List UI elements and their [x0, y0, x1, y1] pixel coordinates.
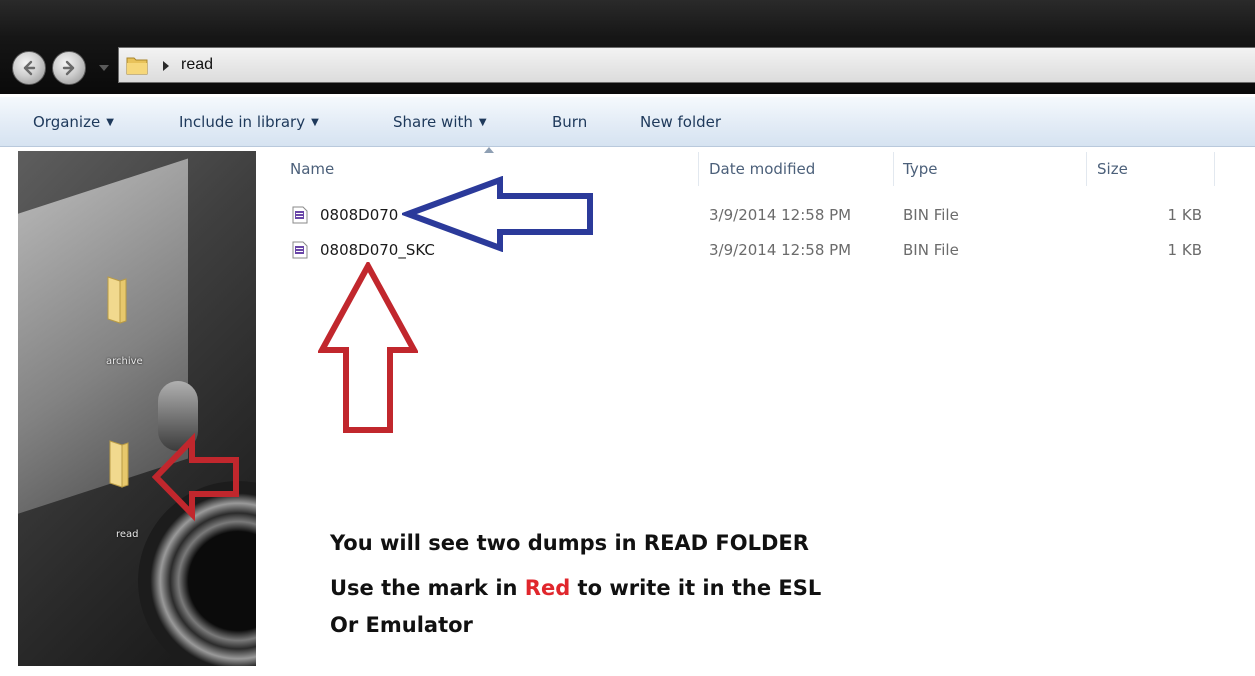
include-in-library-menu[interactable]: Include in library ▼ [179, 112, 319, 133]
file-type: BIN File [903, 241, 959, 259]
command-toolbar: Organize ▼ Include in library ▼ Share with… [0, 97, 1255, 147]
burn-button[interactable]: Burn [552, 112, 587, 132]
note-line-2-pre: Use the mark in [330, 576, 525, 600]
instruction-note: You will see two dumps in READ FOLDER Us… [318, 503, 1166, 653]
back-arrow-icon [23, 60, 36, 76]
column-header-date-modified[interactable]: Date modified [709, 156, 889, 184]
new-folder-label: New folder [640, 113, 722, 131]
column-divider[interactable] [698, 152, 699, 186]
folder-archive-icon[interactable] [106, 275, 128, 325]
red-arrow-left-icon [152, 432, 239, 522]
bin-file-icon [292, 241, 308, 259]
include-label: Include in library [179, 113, 306, 131]
column-header-type[interactable]: Type [903, 156, 1083, 184]
caret-down-icon: ▼ [106, 117, 114, 128]
organize-label: Organize [33, 113, 101, 131]
file-type: BIN File [903, 206, 959, 224]
note-line-2-post: to write it in the ESL [570, 576, 822, 600]
folder-archive-label[interactable]: archive [106, 356, 143, 367]
organize-menu[interactable]: Organize ▼ [33, 112, 114, 133]
forward-arrow-icon [62, 60, 75, 76]
column-divider[interactable] [893, 152, 894, 186]
title-bar: read [0, 0, 1255, 94]
note-line-2: Use the mark in Red to write it in the E… [330, 574, 821, 602]
file-date-modified: 3/9/2014 12:58 PM [709, 206, 852, 224]
share-label: Share with [393, 113, 473, 131]
breadcrumb-read[interactable]: read [181, 55, 213, 75]
folder-read-label[interactable]: read [116, 529, 139, 540]
new-folder-button[interactable]: New folder [640, 112, 721, 132]
forward-button[interactable] [52, 51, 86, 85]
note-red-word: Red [524, 576, 571, 600]
column-size-label: Size [1097, 160, 1128, 178]
recent-pages-dropdown[interactable] [96, 61, 112, 75]
column-divider[interactable] [1214, 152, 1215, 186]
column-date-label: Date modified [709, 160, 816, 178]
note-line-1: You will see two dumps in READ FOLDER [330, 531, 809, 555]
navigation-pane: archive read [18, 151, 256, 666]
red-arrow-up-icon [318, 262, 418, 433]
caret-down-icon: ▼ [478, 117, 487, 128]
sort-caret-icon [484, 147, 494, 153]
file-name[interactable]: 0808D070 [320, 205, 398, 225]
folder-icon [126, 57, 148, 75]
file-size: 1 KB [1167, 206, 1202, 224]
column-divider[interactable] [1086, 152, 1087, 186]
chevron-down-icon [99, 65, 109, 71]
caret-down-icon: ▼ [311, 117, 319, 128]
column-header-size[interactable]: Size [1097, 156, 1207, 184]
bin-file-icon [292, 206, 308, 224]
folder-read-icon[interactable] [108, 439, 130, 489]
blue-arrow-left-icon [402, 176, 593, 252]
column-name-label: Name [290, 160, 335, 178]
file-size: 1 KB [1167, 241, 1202, 259]
file-date-modified: 3/9/2014 12:58 PM [709, 241, 852, 259]
column-type-label: Type [903, 160, 938, 178]
address-bar[interactable]: read [118, 47, 1255, 83]
breadcrumb-separator-icon[interactable] [161, 60, 171, 72]
burn-label: Burn [552, 113, 588, 131]
back-button[interactable] [12, 51, 46, 85]
share-with-menu[interactable]: Share with ▼ [393, 112, 487, 133]
note-line-3: Or Emulator [330, 613, 473, 637]
explorer-window: read Organize ▼ Include in library ▼ Share… [0, 0, 1255, 676]
